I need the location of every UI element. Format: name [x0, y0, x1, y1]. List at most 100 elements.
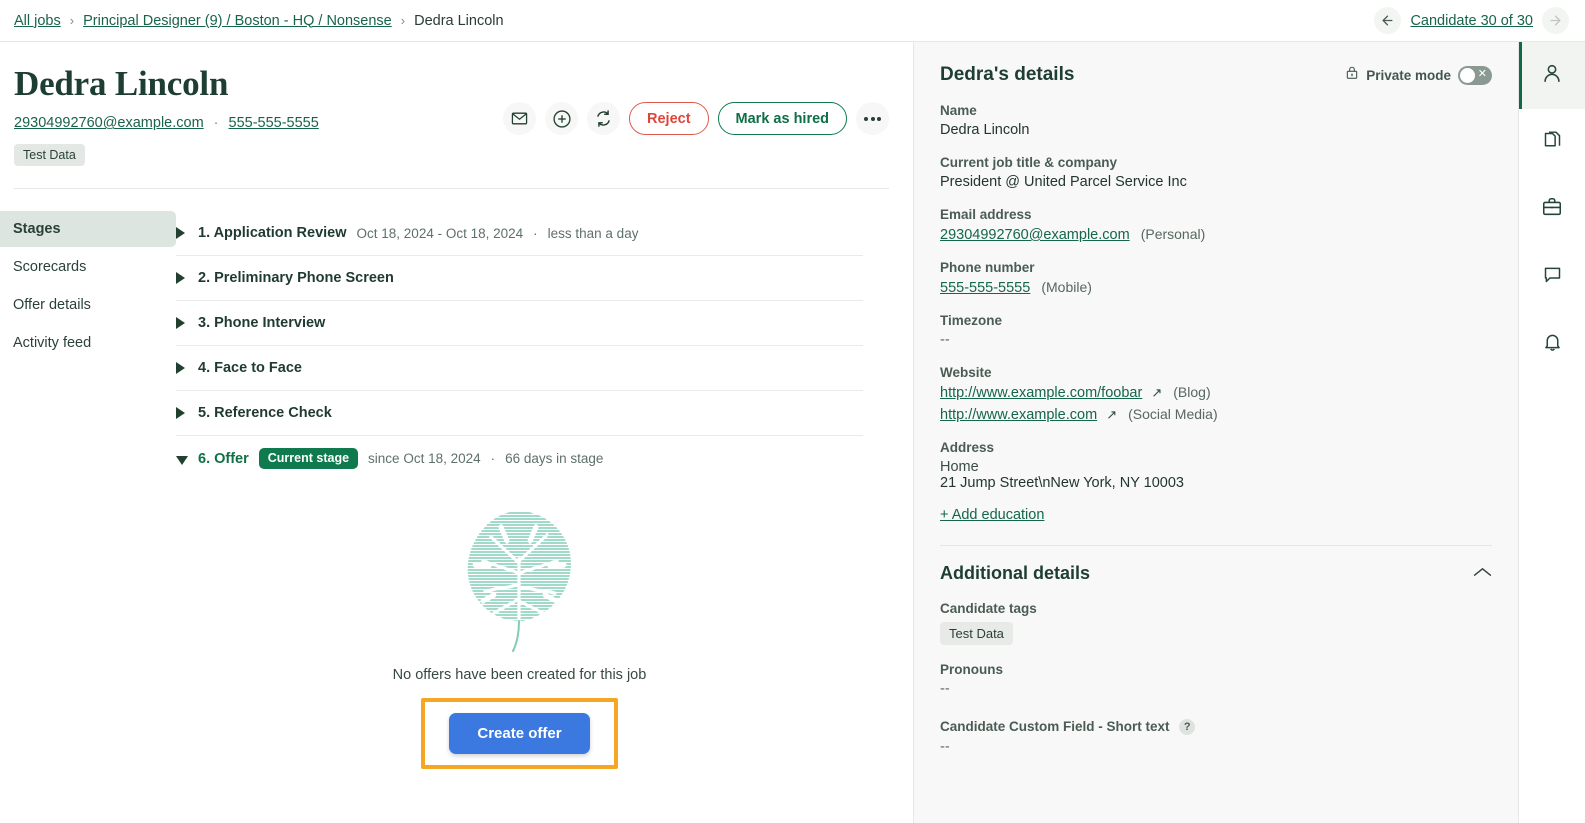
field-address: Address Home 21 Jump Street\nNew York, N… — [940, 440, 1492, 491]
offer-empty-message: No offers have been created for this job — [392, 667, 647, 684]
private-mode-label: Private mode — [1366, 67, 1451, 83]
chevron-right-icon[interactable] — [176, 227, 188, 240]
top-bar: All jobs › Principal Designer (9) / Bost… — [0, 0, 1585, 42]
field-label: Phone number — [940, 260, 1035, 275]
field-pronouns: Pronouns -- — [940, 662, 1492, 697]
website-qualifier: (Blog) — [1173, 384, 1211, 400]
sidebar-item-activity-feed[interactable]: Activity feed — [0, 325, 176, 361]
stage-meta-separator: · — [490, 451, 496, 467]
ellipsis-icon[interactable] — [856, 102, 890, 135]
field-job-title: Current job title & company President @ … — [940, 155, 1492, 190]
candidate-phone-link[interactable]: 555-555-5555 — [229, 115, 319, 131]
sidebar-item-label: Stages — [13, 221, 61, 238]
website-link[interactable]: http://www.example.com/foobar — [940, 385, 1142, 401]
sidebar-item-offer-details[interactable]: Offer details — [0, 287, 176, 323]
field-timezone: Timezone -- — [940, 313, 1492, 348]
field-value: 29304992760@example.com (Personal) — [940, 226, 1492, 243]
private-mode-control[interactable]: Private mode ✕ — [1345, 65, 1492, 85]
monstera-leaf-illustration — [176, 503, 863, 653]
field-value: 555-555-5555 (Mobile) — [940, 279, 1492, 296]
field-label: Pronouns — [940, 662, 1003, 677]
stage-row[interactable]: 3. Phone Interview — [176, 301, 863, 347]
chevron-down-icon[interactable] — [176, 453, 188, 465]
sidebar-item-stages[interactable]: Stages — [0, 211, 176, 248]
details-header: Dedra's details Private mode ✕ — [940, 64, 1492, 86]
arrow-left-icon[interactable] — [1374, 7, 1402, 34]
stage-row[interactable]: 4. Face to Face — [176, 346, 863, 392]
stage-row-current[interactable]: 6. Offer Current stage since Oct 18, 202… — [176, 436, 863, 481]
field-label: Address — [940, 440, 995, 455]
reject-button[interactable]: Reject — [629, 102, 709, 135]
sidebar-item-label: Offer details — [13, 297, 91, 314]
offer-empty-state: No offers have been created for this job… — [176, 481, 863, 770]
status-badge: Current stage — [258, 448, 359, 469]
chevron-right-icon[interactable] — [176, 317, 188, 330]
rail-item-person[interactable] — [1519, 42, 1585, 109]
stage-duration: less than a day — [547, 225, 639, 241]
stage-title: 1. Application Review — [198, 225, 347, 242]
stage-row[interactable]: 5. Reference Check — [176, 391, 863, 437]
stage-duration: 66 days in stage — [505, 451, 604, 467]
arrow-right-icon[interactable] — [1542, 7, 1569, 34]
field-label: Email address — [940, 207, 1032, 222]
envelope-icon[interactable] — [503, 102, 536, 135]
sidebar-item-scorecards[interactable]: Scorecards — [0, 249, 176, 285]
field-value: President @ United Parcel Service Inc — [940, 174, 1187, 190]
main-layout: Dedra Lincoln 29304992760@example.com · … — [0, 42, 1585, 823]
breadcrumb-all-jobs[interactable]: All jobs — [14, 13, 61, 29]
custom-field-label-text: Candidate Custom Field - Short text — [940, 719, 1170, 734]
details-divider — [940, 545, 1492, 546]
create-offer-highlight: Create offer — [421, 698, 618, 770]
breadcrumb-job-link[interactable]: Principal Designer (9) / Boston - HQ / N… — [83, 13, 392, 29]
stage-dates: Oct 18, 2024 - Oct 18, 2024 — [356, 225, 524, 241]
candidate-actions: Reject Mark as hired — [503, 102, 890, 135]
stage-row[interactable]: 2. Preliminary Phone Screen — [176, 256, 863, 302]
breadcrumb-separator-2: › — [400, 13, 406, 28]
candidate-count-label[interactable]: Candidate 30 of 30 — [1410, 13, 1533, 29]
details-panel-inner: Dedra's details Private mode ✕ Name Dedr… — [914, 42, 1518, 755]
stage-row[interactable]: 1. Application Review Oct 18, 2024 - Oct… — [176, 211, 863, 257]
add-education-link[interactable]: + Add education — [940, 507, 1044, 523]
field-label: Name — [940, 103, 977, 118]
page-title: Dedra Lincoln — [14, 64, 229, 103]
candidate-header: Dedra Lincoln 29304992760@example.com · … — [0, 42, 913, 190]
chevron-right-icon[interactable] — [176, 362, 188, 375]
details-title: Dedra's details — [940, 64, 1075, 85]
help-icon[interactable]: ? — [1179, 719, 1196, 736]
create-offer-button[interactable]: Create offer — [449, 713, 590, 755]
private-mode-toggle[interactable]: ✕ — [1458, 65, 1492, 85]
candidate-email-link[interactable]: 29304992760@example.com — [14, 115, 204, 131]
rail-item-notifications[interactable] — [1519, 310, 1585, 377]
stage-list: 1. Application Review Oct 18, 2024 - Oct… — [176, 211, 913, 770]
field-label: Website — [940, 365, 992, 380]
website-link-row: http://www.example.com/foobar ↗ (Blog) — [940, 384, 1492, 401]
candidate-main-pane: Dedra Lincoln 29304992760@example.com · … — [0, 42, 914, 823]
chevron-right-icon[interactable] — [176, 407, 188, 420]
candidate-side-nav: Stages Scorecards Offer details Activity… — [0, 211, 176, 769]
refresh-icon[interactable] — [587, 102, 620, 135]
plus-circle-icon[interactable] — [545, 102, 578, 135]
chevron-right-icon[interactable] — [176, 272, 188, 285]
person-icon — [1541, 62, 1563, 89]
phone-link[interactable]: 555-555-5555 — [940, 280, 1030, 296]
website-link[interactable]: http://www.example.com — [940, 407, 1097, 423]
field-label: Timezone — [940, 313, 1003, 328]
mark-as-hired-button[interactable]: Mark as hired — [717, 102, 848, 135]
address-type: Home — [940, 459, 979, 475]
stage-title: 6. Offer — [198, 450, 249, 467]
additional-details-header[interactable]: Additional details — [940, 563, 1492, 584]
chevron-up-icon[interactable] — [1473, 565, 1492, 583]
field-custom-short-text: Candidate Custom Field - Short text ? -- — [940, 719, 1492, 755]
email-link[interactable]: 29304992760@example.com — [940, 227, 1130, 243]
phone-qualifier: (Mobile) — [1041, 279, 1092, 295]
rail-item-documents[interactable] — [1519, 109, 1585, 176]
rail-item-jobs[interactable] — [1519, 176, 1585, 243]
field-candidate-tags: Candidate tags Test Data — [940, 601, 1492, 645]
address-value: 21 Jump Street\nNew York, NY 10003 — [940, 475, 1184, 491]
toggle-knob — [1460, 67, 1475, 83]
contact-separator: · — [213, 115, 219, 132]
rail-item-comments[interactable] — [1519, 243, 1585, 310]
field-label: Current job title & company — [940, 155, 1118, 170]
candidate-tag-chip: Test Data — [940, 622, 1013, 645]
sidebar-item-label: Activity feed — [13, 335, 92, 352]
